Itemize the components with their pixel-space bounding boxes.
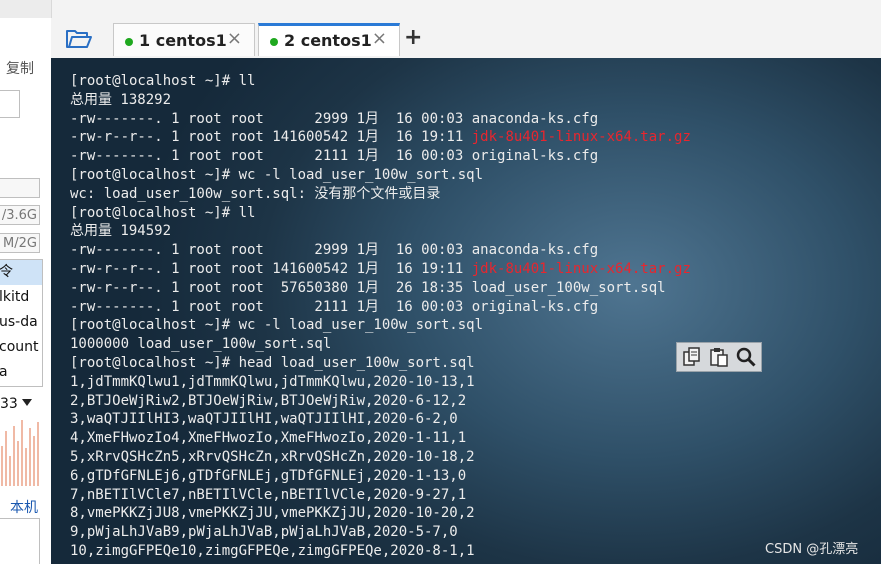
terminal-text: -rw-------. 1 root root 2999 1月 16 00:03… — [70, 110, 599, 127]
archive-filename: jdk-8u401-linux-x64.tar.gz — [471, 129, 691, 146]
terminal-text: 6,gTDfGFNLEj6,gTDfGFNLEj,gTDfGFNLEj,2020… — [70, 467, 467, 484]
session-tab-bar: 1 centos1 × 2 centos1 × + — [51, 18, 881, 58]
terminal-text: -rw-r--r--. 1 root root 141600542 1月 16 … — [70, 129, 472, 146]
terminal-line: 2,BTJOeWjRiw2,BTJOeWjRiw,BTJOeWjRiw,2020… — [70, 392, 691, 411]
terminal-output: [root@localhost ~]# ll 总用量 138292 -rw-----… — [70, 72, 691, 561]
terminal-text: -rw-------. 1 root root 2111 1月 16 00:03… — [70, 298, 599, 315]
terminal-text: -rw-r--r--. 1 root root 141600542 1月 16 … — [70, 260, 472, 277]
list-item[interactable]: 令 — [0, 260, 42, 285]
terminal-line: 3,waQTJIIlHI3,waQTJIIlHI,waQTJIIlHI,2020… — [70, 410, 691, 429]
terminal-text: -rw-r--r--. 1 root root 57650380 1月 26 1… — [70, 279, 666, 296]
terminal-text: [root@localhost ~]# wc -l load_user_100w… — [70, 166, 484, 183]
terminal-text: 总用量 194592 — [70, 223, 172, 240]
terminal-line: -rw-------. 1 root root 2111 1月 16 00:03… — [70, 147, 691, 166]
list-item[interactable]: count — [0, 335, 42, 360]
terminal-line: [root@localhost ~]# head load_user_100w_… — [70, 354, 691, 373]
memory-usage-field: M/2G — [0, 233, 40, 253]
terminal-line: -rw-r--r--. 1 root root 141600542 1月 16 … — [70, 260, 691, 279]
terminal-line: 总用量 194592 — [70, 222, 691, 241]
local-file-box — [0, 518, 40, 564]
chevron-down-icon[interactable] — [22, 399, 32, 406]
terminal-text: 总用量 138292 — [70, 91, 172, 108]
archive-filename: jdk-8u401-linux-x64.tar.gz — [471, 260, 691, 277]
terminal-text: 7,nBETIlVCle7,nBETIlVCle,nBETIlVCle,2020… — [70, 486, 467, 503]
terminal-line: 7,nBETIlVCle7,nBETIlVCle,nBETIlVCle,2020… — [70, 486, 691, 505]
connected-status-icon — [270, 38, 278, 46]
add-tab-icon[interactable]: + — [404, 25, 422, 50]
disk-usage-field: /3.6G — [0, 205, 40, 225]
terminal-text: 3,waQTJIIlHI3,waQTJIIlHI,waQTJIIlHI,2020… — [70, 411, 458, 428]
terminal-line: [root@localhost ~]# wc -l load_user_100w… — [70, 166, 691, 185]
terminal-line: 9,pWjaLhJVaB9,pWjaLhJVaB,pWjaLhJVaB,2020… — [70, 523, 691, 542]
list-item[interactable]: a — [0, 360, 42, 385]
terminal-line: 总用量 138292 — [70, 91, 691, 110]
terminal-line: 10,zimgGFPEQe10,zimgGFPEQe,zimgGFPEQe,20… — [70, 542, 691, 561]
terminal-text: 8,vmePKKZjJU8,vmePKKZjJU,vmePKKZjJU,2020… — [70, 505, 475, 522]
list-item[interactable]: lkitd — [0, 285, 42, 310]
terminal-line: [root@localhost ~]# ll — [70, 72, 691, 91]
tab-label: 2 centos1 — [284, 31, 372, 50]
terminal-text: 5,xRrvQSHcZn5,xRrvQSHcZn,xRrvQSHcZn,2020… — [70, 448, 475, 465]
left-side-panel: 复制 /3.6G M/2G 令 lkitd us-da count a 33 本… — [0, 0, 52, 564]
terminal-text: -rw-------. 1 root root 2999 1月 16 00:03… — [70, 242, 599, 259]
terminal-text: wc: load_user_100w_sort.sql: 没有那个文件或目录 — [70, 185, 441, 202]
terminal-line: [root@localhost ~]# wc -l load_user_100w… — [70, 316, 691, 335]
terminal-line: -rw-------. 1 root root 2111 1月 16 00:03… — [70, 298, 691, 317]
left-number-value: 33 — [0, 396, 18, 412]
close-icon[interactable]: × — [227, 28, 242, 49]
terminal-line: 5,xRrvQSHcZn5,xRrvQSHcZn,xRrvQSHcZn,2020… — [70, 448, 691, 467]
terminal-text: 4,XmeFHwozIo4,XmeFHwozIo,XmeFHwozIo,2020… — [70, 430, 467, 447]
left-input-box[interactable] — [0, 90, 20, 118]
terminal-line: [root@localhost ~]# ll — [70, 204, 691, 223]
search-icon[interactable] — [735, 346, 757, 368]
terminal-text: [root@localhost ~]# head load_user_100w_… — [70, 354, 475, 371]
terminal-line: -rw-r--r--. 1 root root 141600542 1月 16 … — [70, 128, 691, 147]
terminal-line: 1,jdTmmKQlwu1,jdTmmKQlwu,jdTmmKQlwu,2020… — [70, 373, 691, 392]
folder-icon[interactable] — [65, 28, 93, 50]
terminal-text: -rw-------. 1 root root 2111 1月 16 00:03… — [70, 148, 599, 165]
tab-label: 1 centos1 — [139, 31, 227, 50]
terminal-line: 8,vmePKKZjJU8,vmePKKZjJU,vmePKKZjJU,2020… — [70, 504, 691, 523]
close-icon[interactable]: × — [372, 28, 387, 49]
terminal-text: [root@localhost ~]# ll — [70, 73, 256, 89]
terminal-text: 9,pWjaLhJVaB9,pWjaLhJVaB,pWjaLhJVaB,2020… — [70, 524, 458, 541]
terminal-area[interactable]: [root@localhost ~]# ll 总用量 138292 -rw-----… — [51, 58, 881, 564]
left-panel-topbar — [0, 0, 51, 18]
copy-icon[interactable] — [681, 346, 703, 368]
local-machine-label[interactable]: 本机 — [10, 497, 38, 517]
terminal-text: 2,BTJOeWjRiw2,BTJOeWjRiw,BTJOeWjRiw,2020… — [70, 392, 467, 409]
terminal-line: 6,gTDfGFNLEj6,gTDfGFNLEj,gTDfGFNLEj,2020… — [70, 467, 691, 486]
copy-label[interactable]: 复制 — [6, 58, 34, 78]
tab-session-1[interactable]: 1 centos1 × — [113, 23, 255, 56]
tab-session-2[interactable]: 2 centos1 × — [258, 23, 400, 56]
connected-status-icon — [125, 38, 133, 46]
terminal-text: 10,zimgGFPEQe10,zimgGFPEQe,zimgGFPEQe,20… — [70, 542, 475, 559]
mini-activity-chart — [0, 418, 45, 486]
terminal-line: wc: load_user_100w_sort.sql: 没有那个文件或目录 — [70, 185, 691, 204]
terminal-text: 1,jdTmmKQlwu1,jdTmmKQlwu,jdTmmKQlwu,2020… — [70, 373, 475, 390]
terminal-text: [root@localhost ~]# ll — [70, 204, 256, 221]
terminal-mini-toolbar — [676, 342, 762, 372]
terminal-text: 1000000 load_user_100w_sort.sql — [70, 336, 332, 353]
list-item[interactable]: us-da — [0, 310, 42, 335]
terminal-text: [root@localhost ~]# wc -l load_user_100w… — [70, 317, 484, 334]
left-empty-field — [0, 178, 40, 198]
paste-icon[interactable] — [708, 346, 730, 368]
left-command-list: 令 lkitd us-da count a — [0, 259, 43, 387]
terminal-line: -rw-------. 1 root root 2999 1月 16 00:03… — [70, 110, 691, 129]
terminal-line: 1000000 load_user_100w_sort.sql — [70, 335, 691, 354]
terminal-line: -rw-------. 1 root root 2999 1月 16 00:03… — [70, 241, 691, 260]
terminal-line: -rw-r--r--. 1 root root 57650380 1月 26 1… — [70, 279, 691, 298]
terminal-line: 4,XmeFHwozIo4,XmeFHwozIo,XmeFHwozIo,2020… — [70, 429, 691, 448]
watermark: CSDN @孔漂亮 — [765, 542, 859, 557]
